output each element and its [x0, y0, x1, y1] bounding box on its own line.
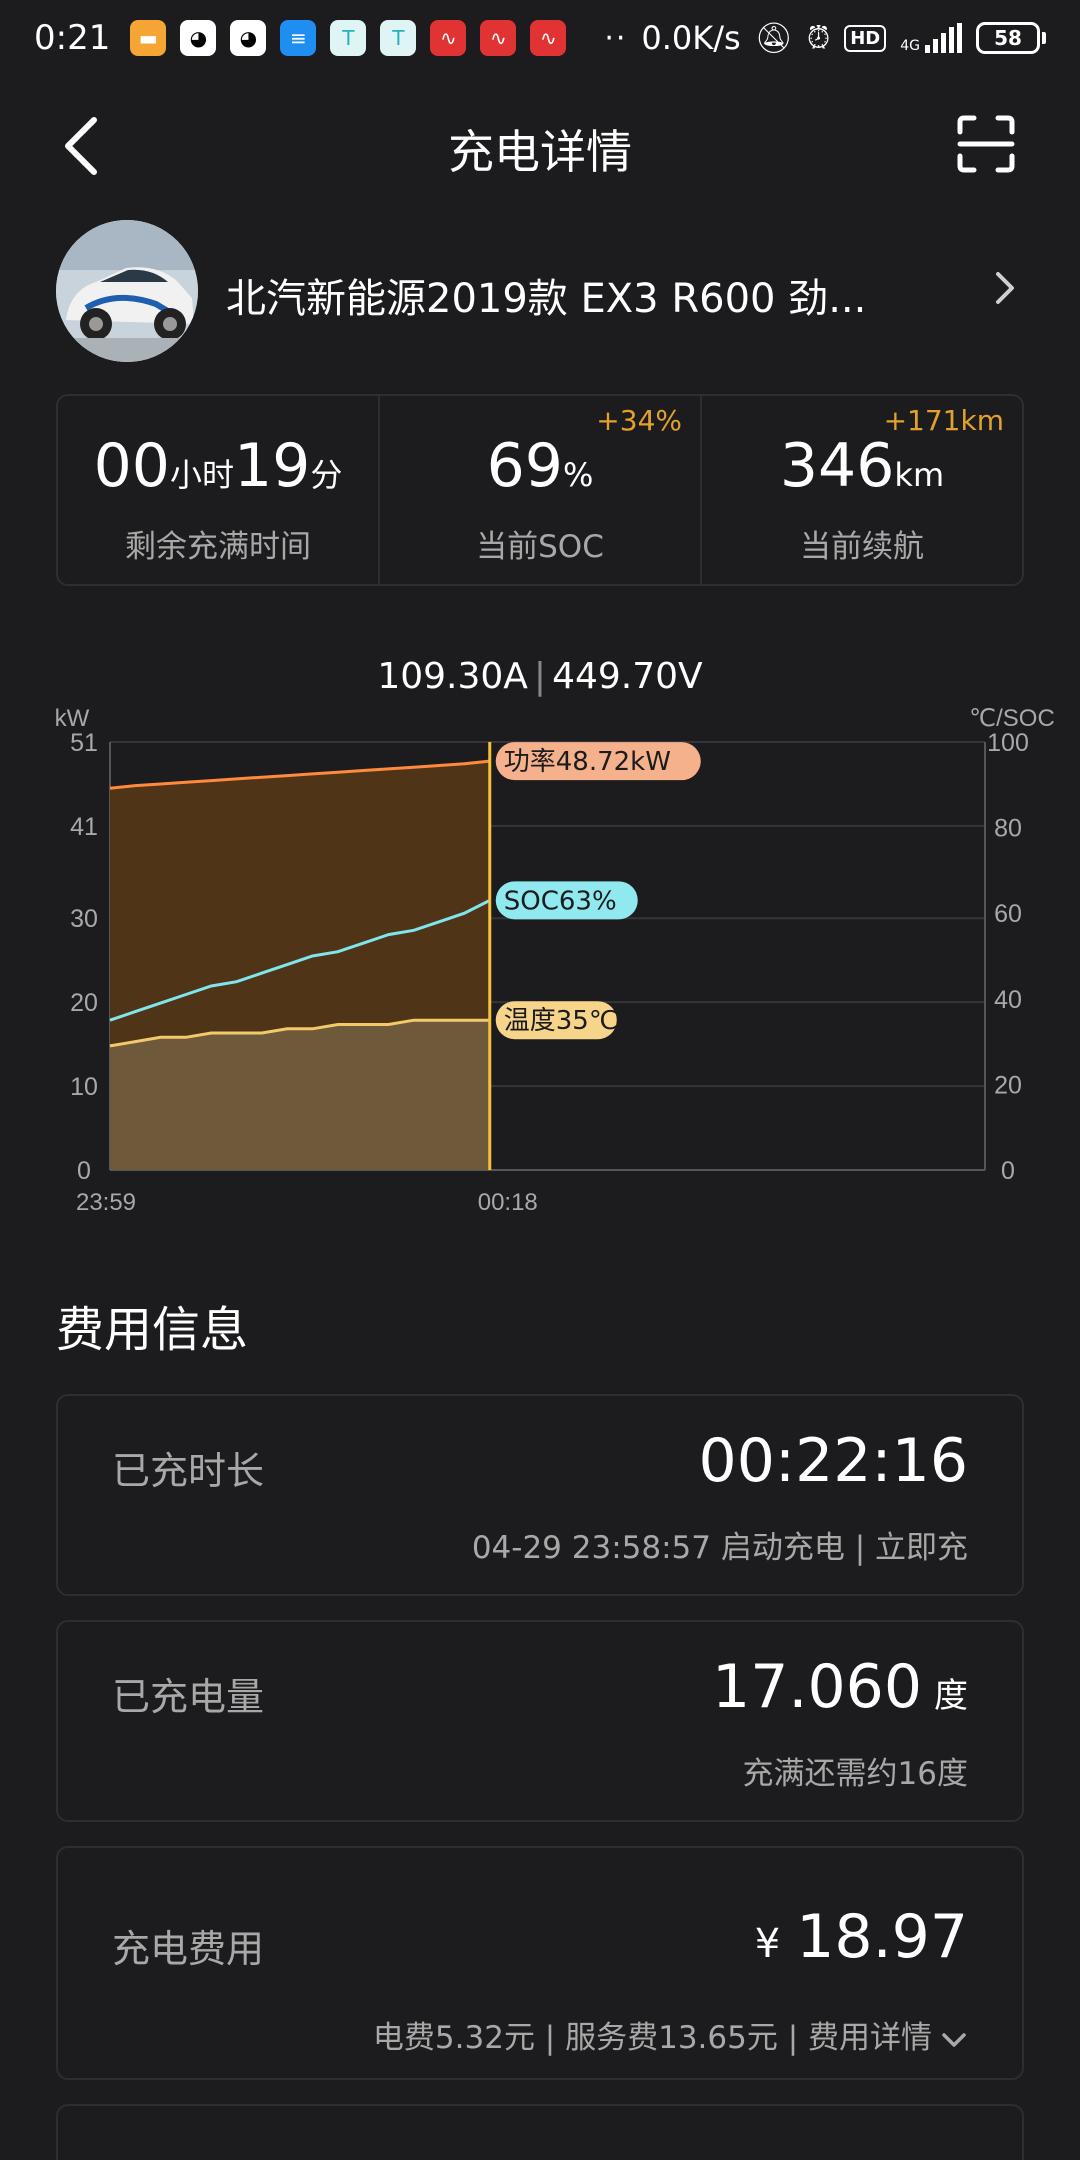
stat-range: +171km 346km 当前续航	[700, 396, 1022, 584]
left-tick-label: 30	[70, 905, 98, 933]
car-name: 北汽新能源2019款 EX3 R600 劲...	[226, 276, 867, 322]
car-selector[interactable]: 北汽新能源2019款 EX3 R600 劲...	[56, 218, 1024, 364]
energy-sub: 充满还需约16度	[742, 1756, 968, 1792]
left-axis-unit: kW	[55, 705, 90, 732]
duration-card: 已充时长 00:22:16 04-29 23:58:57 启动充电 | 立即充	[56, 1394, 1024, 1596]
right-tick-label: 100	[987, 729, 1029, 757]
layers-app-icon: ≡	[280, 20, 317, 56]
cost-card: 充电费用 ¥18.97 电费5.32元 | 服务费13.65元 | 费用详情	[56, 1846, 1024, 2080]
car-photo	[56, 220, 198, 362]
next-card	[56, 2104, 1024, 2160]
hd-icon: HD	[844, 24, 887, 52]
chevron-down-icon	[942, 2032, 966, 2047]
alarm-icon: ⏰︎	[806, 20, 831, 56]
status-time: 0:21	[34, 18, 111, 58]
power-tooltip: 功率48.72kW	[504, 747, 671, 777]
message-app-icon: ▬	[130, 20, 167, 56]
left-tick-label: 51	[70, 729, 98, 757]
remaining-time-label: 剩余充满时间	[125, 529, 311, 565]
soc-value: 69%	[486, 431, 594, 501]
signal-tag: 4G	[900, 38, 920, 54]
right-tick-label: 80	[994, 815, 1022, 843]
current-value: 109.30A	[377, 656, 528, 697]
net-speed: 0.0K/s	[641, 19, 741, 57]
soc-delta: +34%	[596, 404, 682, 437]
x-tick-label: 00:18	[478, 1189, 538, 1216]
energy-value: 17.060	[712, 1652, 922, 1722]
cost-breakdown: 电费5.32元 | 服务费13.65元 | 费用详情	[372, 2020, 932, 2056]
notification-icons: ▬ ◕ ◕ ≡ T T ∿ ∿ ∿	[130, 20, 567, 56]
left-tick-label: 41	[70, 813, 98, 841]
qq-app-icon: ◕	[180, 20, 217, 56]
cost-label: 充电费用	[112, 1927, 265, 1971]
range-delta: +171km	[883, 404, 1004, 437]
duration-label: 已充时长	[112, 1449, 265, 1493]
temperature-area	[110, 1020, 490, 1170]
qq-app-icon-2: ◕	[230, 20, 267, 56]
battery-icon: 58	[976, 22, 1046, 54]
scan-icon[interactable]	[956, 114, 1016, 174]
right-tick-label: 20	[994, 1071, 1022, 1099]
page-title: 充电详情	[448, 125, 632, 179]
status-bar: 0:21 ▬ ◕ ◕ ≡ T T ∿ ∿ ∿ ·· 0.0K/s 🔕︎ ⏰︎ H…	[0, 0, 1080, 76]
right-tick-label: 40	[994, 986, 1022, 1014]
left-tick-label: 10	[70, 1073, 98, 1101]
cost-value-wrap: ¥18.97	[755, 1902, 968, 1972]
current-voltage-readout: 109.30A | 449.70V	[0, 656, 1080, 697]
duration-value: 00:22:16	[698, 1426, 968, 1496]
energy-unit: 度	[934, 1676, 968, 1716]
app-header: 充电详情	[0, 96, 1080, 196]
more-notifications-icon: ··	[604, 20, 628, 56]
netease-app-icon-3: ∿	[530, 20, 567, 56]
netease-app-icon: ∿	[430, 20, 467, 56]
range-label: 当前续航	[800, 529, 924, 565]
fee-detail-toggle[interactable]: 电费5.32元 | 服务费13.65元 | 费用详情	[373, 2012, 968, 2057]
fee-section-title: 费用信息	[56, 1302, 249, 1358]
energy-label: 已充电量	[112, 1675, 265, 1719]
right-tick-label: 60	[994, 900, 1022, 928]
right-axis-unit: ℃/SOC	[969, 705, 1055, 732]
cost-value: 18.97	[796, 1902, 968, 1972]
charging-chart: kW ℃/SOC5141302010010080604020023:59 00:18…	[55, 705, 1055, 1216]
stat-soc: +34% 69% 当前SOC	[378, 396, 700, 584]
voltage-value: 449.70V	[552, 656, 703, 697]
signal-icon: 4G	[900, 23, 962, 53]
temperature-tooltip: 温度35℃	[504, 1006, 618, 1036]
soc-tooltip: SOC63%	[504, 886, 617, 916]
stat-remaining-time: 00小时19分 剩余充满时间	[58, 396, 378, 584]
charging-stats: 00小时19分 剩余充满时间 +34% 69% 当前SOC +171km 346…	[56, 394, 1024, 586]
tesla-app-icon: T	[330, 20, 367, 56]
netease-app-icon-2: ∿	[480, 20, 517, 56]
range-value: 346km	[779, 431, 945, 501]
right-tick-label: 0	[1001, 1157, 1015, 1185]
energy-card: 已充电量 17.060 度 充满还需约16度	[56, 1620, 1024, 1822]
soc-label: 当前SOC	[476, 529, 604, 565]
tesla-app-icon-2: T	[380, 20, 417, 56]
battery-level: 58	[976, 22, 1040, 54]
x-tick-label: 23:59	[76, 1189, 136, 1216]
left-tick-label: 0	[77, 1157, 91, 1185]
remaining-time-value: 00小时19分	[93, 431, 343, 501]
readout-separator: |	[533, 656, 547, 697]
chevron-right-icon	[996, 272, 1014, 304]
left-tick-label: 20	[70, 989, 98, 1017]
currency-symbol: ¥	[754, 1921, 781, 1967]
duration-sub: 04-29 23:58:57 启动充电 | 立即充	[471, 1530, 968, 1566]
mute-bell-icon: 🔕︎	[754, 20, 793, 56]
energy-value-wrap: 17.060 度	[712, 1652, 968, 1722]
